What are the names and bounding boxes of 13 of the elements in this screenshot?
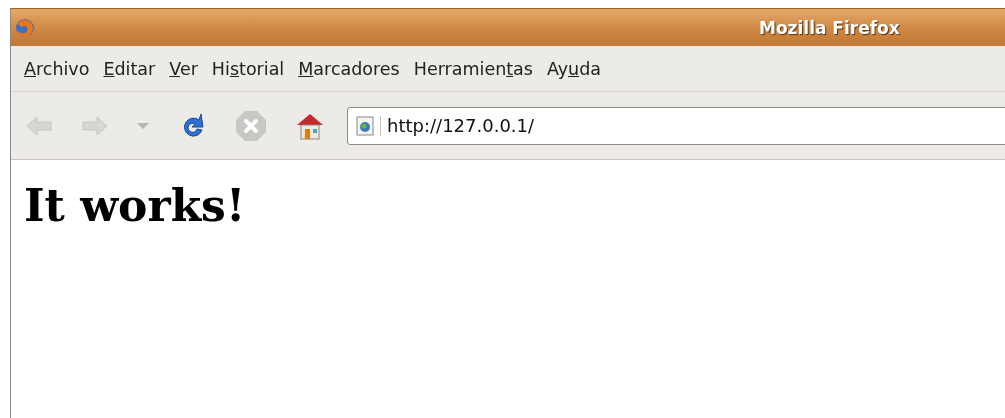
address-bar[interactable]: http://127.0.0.1/: [347, 106, 1005, 145]
menu-item[interactable]: Archivo: [17, 54, 97, 83]
address-field[interactable]: http://127.0.0.1/: [387, 115, 1005, 136]
menu-item[interactable]: Herramientas: [406, 54, 540, 83]
window-title: Mozilla Firefox: [759, 17, 900, 38]
firefox-logo-icon: [15, 17, 35, 38]
menu-item[interactable]: Ayuda: [539, 54, 609, 83]
menu-item[interactable]: Historial: [204, 54, 292, 83]
page-heading: It works!: [24, 180, 246, 231]
menu-item[interactable]: Editar: [96, 54, 163, 83]
page-icon: [356, 115, 381, 136]
menu-item[interactable]: Ver: [162, 54, 205, 83]
menu-item[interactable]: Marcadores: [291, 54, 407, 83]
